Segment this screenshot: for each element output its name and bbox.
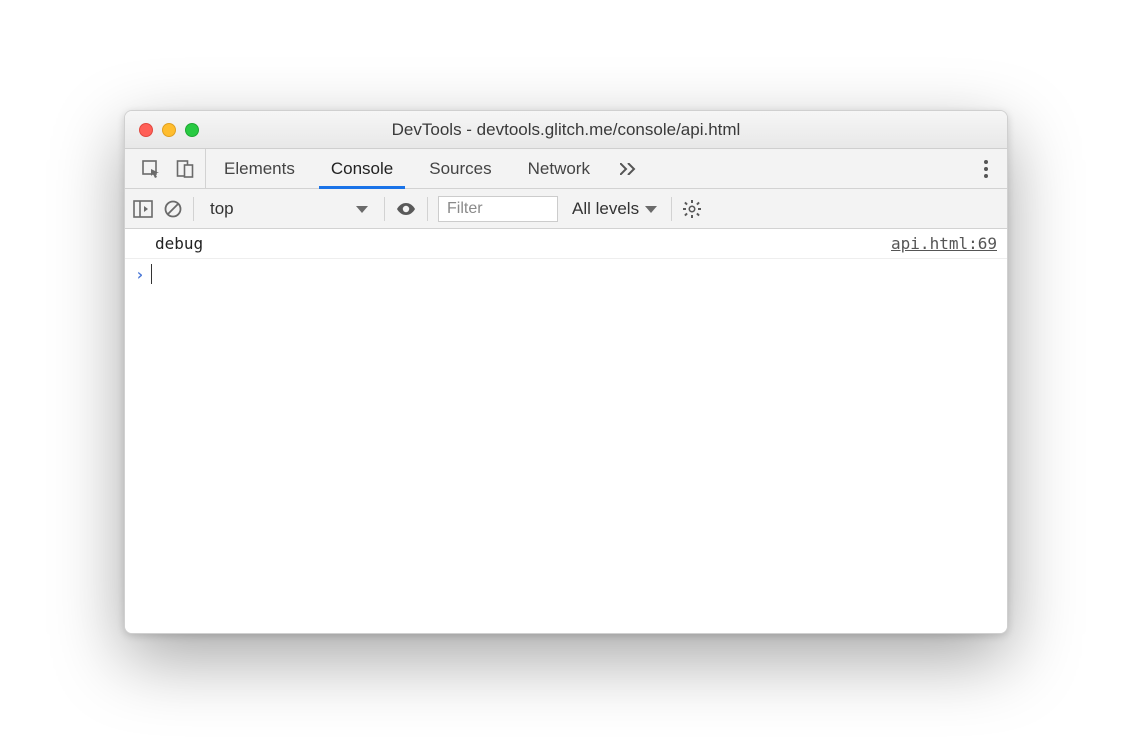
tab-sources[interactable]: Sources [411,149,509,188]
chevron-down-icon [356,199,368,219]
tabs-overflow-button[interactable] [608,149,652,188]
clear-console-icon[interactable] [163,199,183,219]
execution-context-select[interactable]: top [204,199,374,219]
toolbar-left-icons [131,149,206,188]
divider [384,197,385,221]
more-options-button[interactable] [971,149,1001,188]
panel-tabs: Elements Console Sources Network [206,149,608,188]
titlebar: DevTools - devtools.glitch.me/console/ap… [125,111,1007,149]
log-entry: debug api.html:69 [125,229,1007,259]
tab-console[interactable]: Console [313,149,411,188]
console-output: debug api.html:69 › [125,229,1007,633]
tab-elements[interactable]: Elements [206,149,313,188]
text-cursor [151,264,152,284]
console-settings-icon[interactable] [682,199,702,219]
inspect-element-icon[interactable] [141,159,161,179]
divider [193,197,194,221]
log-message: debug [155,234,891,253]
divider [427,197,428,221]
device-toolbar-icon[interactable] [175,159,195,179]
devtools-window: DevTools - devtools.glitch.me/console/ap… [124,110,1008,634]
log-levels-select[interactable]: All levels [568,199,661,219]
main-toolbar: Elements Console Sources Network [125,149,1007,189]
minimize-window-button[interactable] [162,123,176,137]
console-toolbar: top All levels [125,189,1007,229]
window-title: DevTools - devtools.glitch.me/console/ap… [125,120,1007,140]
window-controls [125,123,199,137]
log-levels-label: All levels [572,199,639,219]
prompt-caret-icon: › [135,265,145,284]
execution-context-label: top [210,199,234,219]
log-source-link[interactable]: api.html:69 [891,234,997,253]
close-window-button[interactable] [139,123,153,137]
filter-input[interactable] [438,196,558,222]
chevron-down-icon [645,199,657,219]
console-sidebar-toggle-icon[interactable] [133,200,153,218]
maximize-window-button[interactable] [185,123,199,137]
divider [671,197,672,221]
live-expression-icon[interactable] [395,201,417,217]
console-prompt[interactable]: › [125,259,1007,289]
tab-network[interactable]: Network [510,149,608,188]
